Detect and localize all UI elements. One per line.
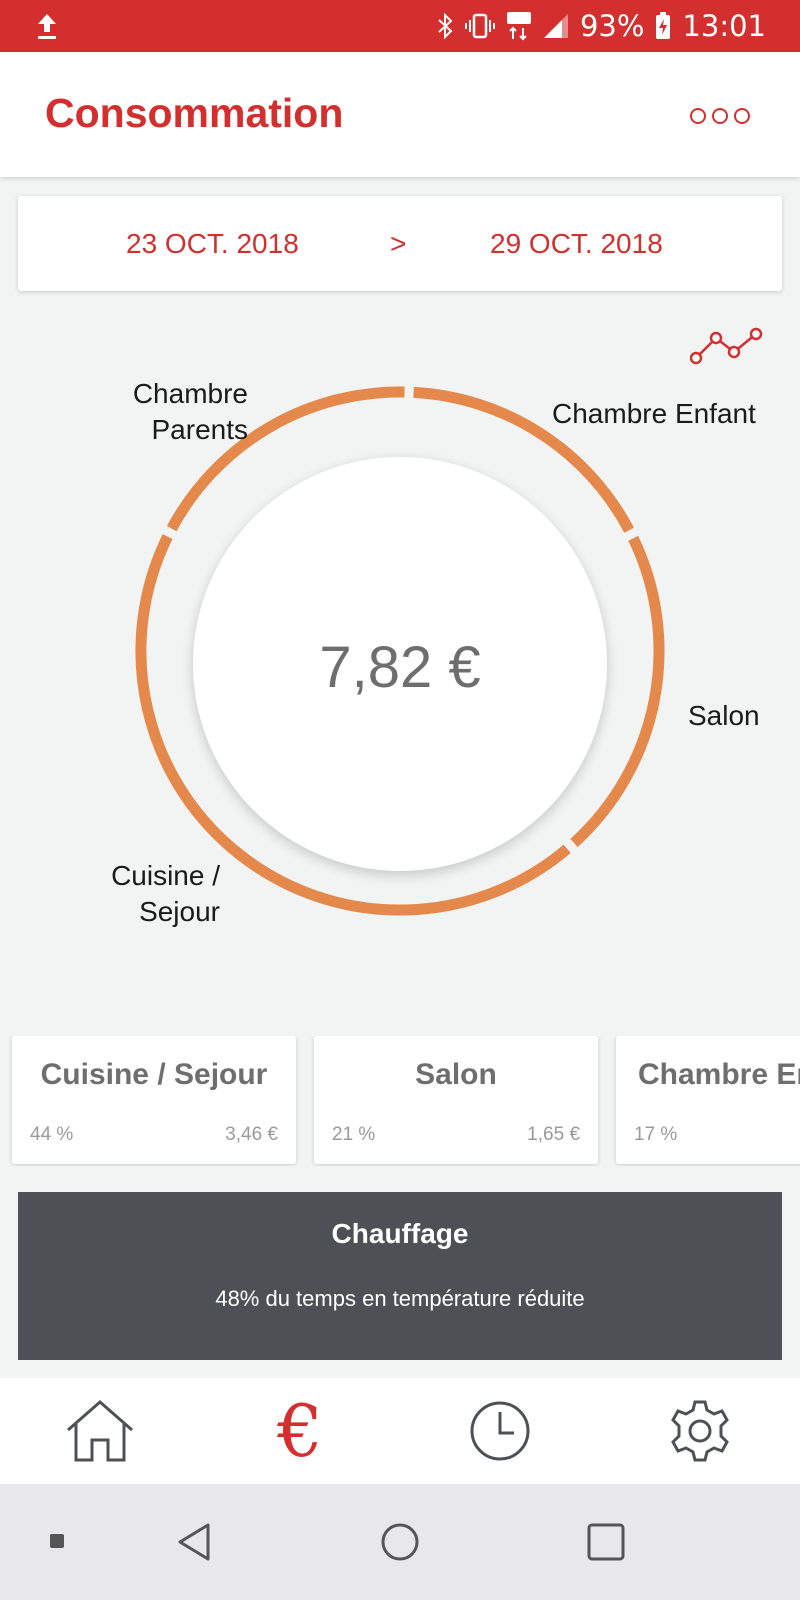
overview-icon[interactable]: [586, 1522, 626, 1567]
label-line: Parents: [151, 414, 249, 445]
label-cuisine-sejour: Cuisine / Sejour: [96, 858, 220, 930]
nav-history[interactable]: [400, 1378, 600, 1484]
date-separator: >: [390, 228, 407, 259]
clock-time: 13:01: [682, 9, 766, 43]
room-name: Chambre Enfant: [638, 1058, 800, 1091]
label-line: Cuisine /: [111, 860, 220, 891]
room-card-cuisine-sejour[interactable]: Cuisine / Sejour 44 % 3,46 €: [12, 1036, 296, 1164]
settings-icon: [671, 1400, 729, 1462]
heating-card[interactable]: Chauffage 48% du temps en température ré…: [18, 1192, 782, 1360]
label-salon: Salon: [688, 700, 760, 731]
label-line: Chambre: [132, 378, 248, 409]
more-dot: [734, 108, 750, 124]
upload-icon: [36, 12, 58, 45]
recent-square-small-icon[interactable]: [50, 1534, 64, 1553]
clock-icon: [470, 1401, 530, 1461]
bottom-navigation: €: [0, 1378, 800, 1484]
nav-settings[interactable]: [600, 1378, 800, 1484]
app-bar: Consommation: [0, 52, 800, 177]
date-end[interactable]: 29 OCT. 2018: [490, 228, 663, 260]
more-dot: [690, 108, 706, 124]
network-4g-icon: [506, 11, 532, 41]
room-card-chambre-enfant[interactable]: Chambre Enfant 17 %: [616, 1036, 800, 1164]
system-navigation-bar: [0, 1484, 800, 1600]
battery-percent: 93%: [579, 9, 645, 43]
room-name: Cuisine / Sejour: [40, 1058, 268, 1091]
more-dot: [712, 108, 728, 124]
euro-icon: €: [277, 1389, 323, 1473]
room-percent: 44 %: [30, 1124, 74, 1145]
room-percent: 21 %: [332, 1124, 376, 1145]
back-icon[interactable]: [176, 1522, 212, 1567]
page-title: Consommation: [45, 90, 344, 136]
vibrate-icon: [464, 12, 496, 40]
status-bar: 93% 13:01: [0, 0, 800, 52]
room-cost: 1,65 €: [527, 1124, 580, 1145]
total-cost: 7,82 €: [319, 635, 481, 700]
signal-icon: [542, 12, 570, 40]
home-circle-icon[interactable]: [380, 1522, 420, 1567]
bluetooth-icon: [436, 12, 454, 40]
date-start[interactable]: 23 OCT. 2018: [126, 228, 299, 260]
room-name: Salon: [415, 1058, 497, 1091]
label-chambre-parents: Chambre Parents: [124, 376, 248, 448]
room-cost: 3,46 €: [225, 1124, 278, 1145]
label-line: Sejour: [139, 896, 220, 927]
more-options-icon[interactable]: [690, 101, 760, 131]
battery-charging-icon: [654, 11, 672, 41]
home-icon: [67, 1400, 133, 1462]
date-range-selector[interactable]: 23 OCT. 2018 > 29 OCT. 2018: [18, 196, 782, 291]
heating-title: Chauffage: [331, 1218, 469, 1249]
room-percent: 17 %: [634, 1124, 678, 1145]
room-card-salon[interactable]: Salon 21 % 1,65 €: [314, 1036, 598, 1164]
heating-description: 48% du temps en température réduite: [215, 1286, 585, 1311]
nav-home[interactable]: [0, 1378, 200, 1484]
nav-consumption[interactable]: €: [200, 1378, 400, 1484]
label-chambre-enfant: Chambre Enfant: [552, 398, 756, 429]
room-cards-carousel[interactable]: Cuisine / Sejour 44 % 3,46 € Salon 21 % …: [0, 1036, 800, 1166]
